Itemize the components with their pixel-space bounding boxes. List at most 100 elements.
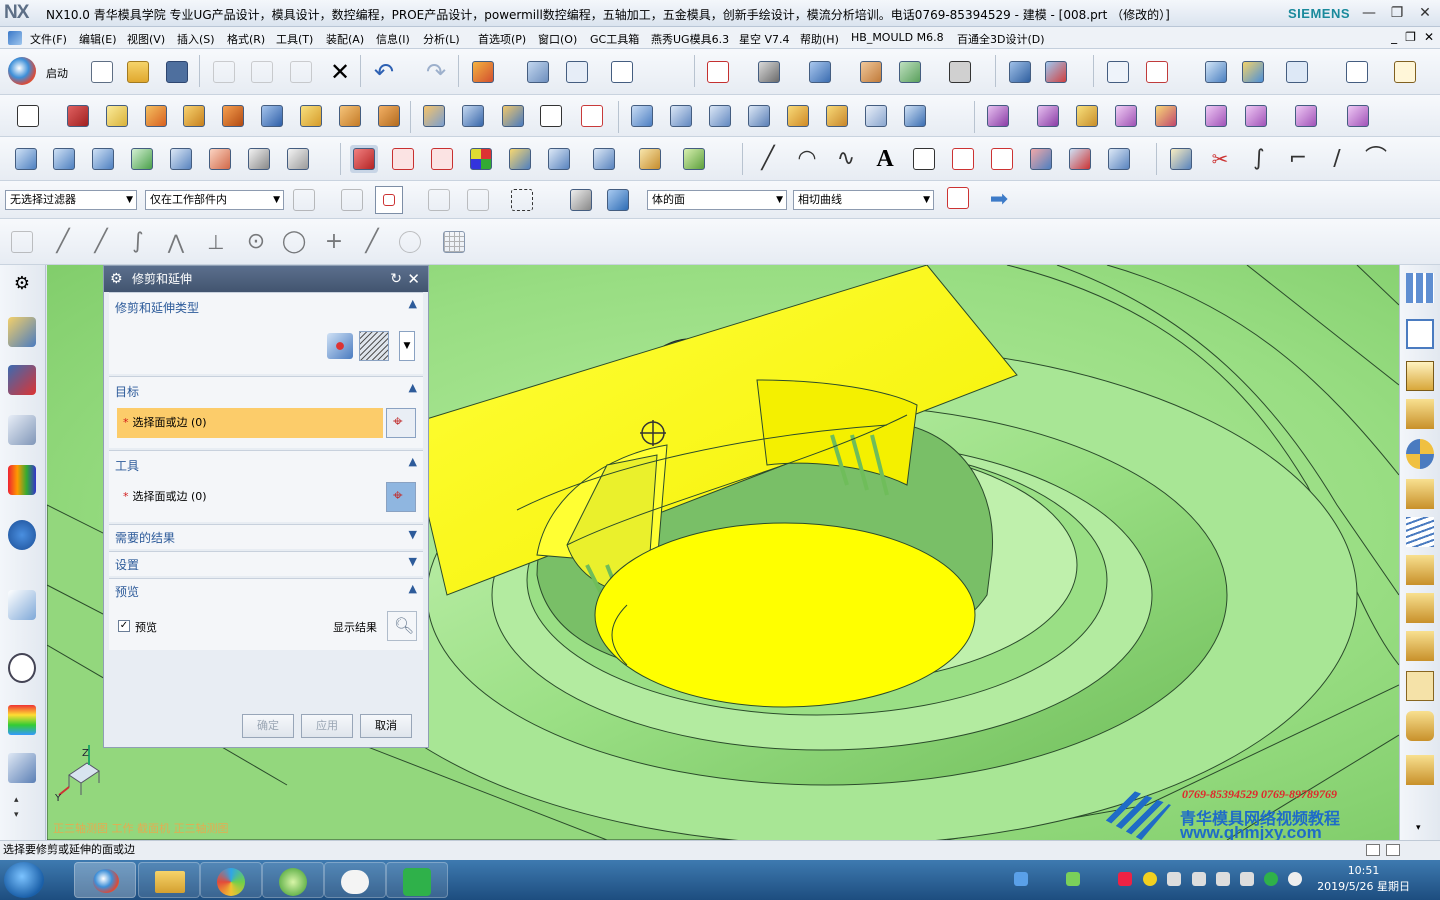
scroll-up-icon[interactable]: ▴ bbox=[14, 795, 19, 805]
pattern-face-icon[interactable] bbox=[1292, 102, 1320, 130]
dialog-close-icon[interactable]: ✕ bbox=[407, 266, 420, 292]
copy-face-icon[interactable] bbox=[1242, 102, 1270, 130]
doc-restore-button[interactable]: ❐ bbox=[1405, 30, 1416, 44]
menu-file[interactable]: 文件(F) bbox=[30, 31, 67, 47]
intersection-point-icon[interactable]: ⋀ bbox=[162, 228, 190, 256]
chamfer-icon[interactable] bbox=[336, 102, 364, 130]
checker-icon[interactable] bbox=[467, 145, 495, 173]
menu-baitong[interactable]: 百通全3D设计(D) bbox=[957, 31, 1045, 47]
reuse-library-icon[interactable] bbox=[8, 465, 36, 495]
shell-icon[interactable] bbox=[180, 102, 208, 130]
menu-analysis[interactable]: 分析(L) bbox=[423, 31, 460, 47]
pattern-feature-icon[interactable] bbox=[667, 102, 695, 130]
scroll-down-icon[interactable]: ▾ bbox=[14, 810, 19, 820]
target-section-header[interactable]: 目标 bbox=[115, 383, 139, 400]
menu-hb-mould[interactable]: HB_MOULD M6.8 bbox=[851, 31, 944, 44]
follow-fillet-icon[interactable]: ➡ bbox=[985, 186, 1013, 214]
taskbar-notes[interactable] bbox=[386, 862, 448, 898]
orient-view-icon[interactable] bbox=[806, 58, 834, 86]
open-folder-icon[interactable] bbox=[124, 58, 152, 86]
intersection-curve-icon[interactable] bbox=[1027, 145, 1055, 173]
dialog-titlebar[interactable]: ⚙ 修剪和延伸 ↻ ✕ bbox=[104, 266, 428, 292]
control-point-icon[interactable]: ∫ bbox=[124, 228, 152, 256]
fill-surface-icon[interactable] bbox=[206, 145, 234, 173]
trim-body-icon[interactable] bbox=[499, 102, 527, 130]
target-select-row[interactable]: * 选择面或边 (0) bbox=[117, 408, 383, 438]
join-curve-icon[interactable]: ∕ bbox=[1323, 145, 1351, 173]
tray-network-icon[interactable] bbox=[1192, 872, 1206, 886]
select-face-icon[interactable] bbox=[567, 186, 595, 214]
divide-face-icon[interactable] bbox=[506, 145, 534, 173]
thicken-icon[interactable] bbox=[745, 102, 773, 130]
ejector-pin-icon[interactable] bbox=[1406, 439, 1434, 469]
result-section-header[interactable]: 需要的结果 bbox=[115, 529, 175, 546]
grid-icon[interactable] bbox=[440, 228, 468, 256]
point-on-face-icon[interactable] bbox=[396, 228, 424, 256]
web-browser-icon[interactable] bbox=[8, 590, 36, 620]
move-handle-icon[interactable] bbox=[1406, 319, 1434, 349]
tray-volume-icon[interactable] bbox=[1216, 872, 1230, 886]
ok-button[interactable]: 确定 bbox=[242, 714, 294, 738]
move-face-icon[interactable] bbox=[984, 102, 1012, 130]
existing-point-icon[interactable]: + bbox=[320, 228, 348, 256]
rectangle-select-icon[interactable] bbox=[508, 186, 536, 214]
extrude-icon[interactable] bbox=[64, 102, 92, 130]
tray-wechat-icon[interactable] bbox=[1288, 872, 1302, 886]
select-feature-icon[interactable] bbox=[375, 186, 403, 214]
tool-select-row[interactable]: * 选择面或边 (0) bbox=[117, 482, 383, 512]
trim-extend-icon[interactable] bbox=[389, 145, 417, 173]
nx-start-icon[interactable] bbox=[8, 57, 36, 85]
ruled-surface-icon[interactable] bbox=[12, 145, 40, 173]
move-object-icon[interactable] bbox=[524, 58, 552, 86]
dialog-gear-icon[interactable]: ⚙ bbox=[110, 266, 123, 292]
line-icon[interactable]: ╱ bbox=[754, 145, 782, 173]
new-file-icon[interactable] bbox=[88, 58, 116, 86]
part-navigator-icon[interactable] bbox=[8, 415, 36, 445]
trim-sheet-icon[interactable] bbox=[350, 145, 378, 173]
paste-icon[interactable] bbox=[287, 58, 315, 86]
draft-icon[interactable] bbox=[219, 102, 247, 130]
preview-section-header[interactable]: 预览 bbox=[115, 583, 139, 600]
layer-icon[interactable] bbox=[857, 58, 885, 86]
palette-icon[interactable] bbox=[1239, 58, 1267, 86]
fit-view-icon[interactable] bbox=[704, 58, 732, 86]
taskbar-browser[interactable] bbox=[200, 862, 262, 898]
menu-yanxiu[interactable]: 燕秀UG模具6.3 bbox=[651, 31, 729, 47]
ruler-icon[interactable] bbox=[1391, 58, 1419, 86]
sweep-icon[interactable] bbox=[142, 102, 170, 130]
cancel-button[interactable]: 取消 bbox=[360, 714, 412, 738]
menu-tools[interactable]: 工具(T) bbox=[276, 31, 313, 47]
lifter-icon[interactable] bbox=[1406, 593, 1434, 623]
sketch-icon[interactable] bbox=[469, 58, 497, 86]
project-curve-icon[interactable] bbox=[988, 145, 1016, 173]
through-curves-icon[interactable] bbox=[50, 145, 78, 173]
menu-preferences[interactable]: 首选项(P) bbox=[478, 31, 526, 47]
curve-edit-icon[interactable] bbox=[1167, 145, 1195, 173]
tray-mute-icon[interactable] bbox=[1118, 872, 1132, 886]
system-materials-icon[interactable] bbox=[8, 705, 36, 735]
cut-icon[interactable] bbox=[210, 58, 238, 86]
restore-button[interactable]: ❐ bbox=[1386, 3, 1408, 23]
mirror-feature-icon[interactable] bbox=[628, 102, 656, 130]
quadrant-point-icon[interactable]: ◯ bbox=[280, 228, 308, 256]
chevron-up-icon[interactable]: ▲ bbox=[409, 582, 417, 595]
tray-sync-icon[interactable] bbox=[1240, 872, 1254, 886]
system-clock[interactable]: 10:51 2019/5/26 星期日 bbox=[1317, 863, 1410, 895]
bounded-plane-icon[interactable] bbox=[284, 145, 312, 173]
type-filter-dropdown[interactable]: 无选择过滤器 ▼ bbox=[5, 190, 137, 210]
point-surface-icon[interactable] bbox=[245, 145, 273, 173]
status-fullscreen-icon[interactable] bbox=[1386, 844, 1400, 856]
emboss-icon[interactable] bbox=[706, 102, 734, 130]
apply-button[interactable]: 应用 bbox=[301, 714, 353, 738]
general-filter-icon[interactable] bbox=[290, 186, 318, 214]
tool-section-header[interactable]: 工具 bbox=[115, 457, 139, 474]
save-icon[interactable] bbox=[163, 58, 191, 86]
wcs-icon[interactable] bbox=[563, 58, 591, 86]
tray-plus-icon[interactable] bbox=[1143, 872, 1157, 886]
section-curve-icon[interactable] bbox=[1066, 145, 1094, 173]
delete-icon[interactable]: ✕ bbox=[326, 58, 354, 86]
end-point-icon[interactable]: ╱ bbox=[49, 228, 77, 256]
face-blend-icon[interactable] bbox=[784, 102, 812, 130]
menu-format[interactable]: 格式(R) bbox=[227, 31, 265, 47]
face-rule-dropdown[interactable]: 体的面 ▼ bbox=[647, 190, 787, 210]
